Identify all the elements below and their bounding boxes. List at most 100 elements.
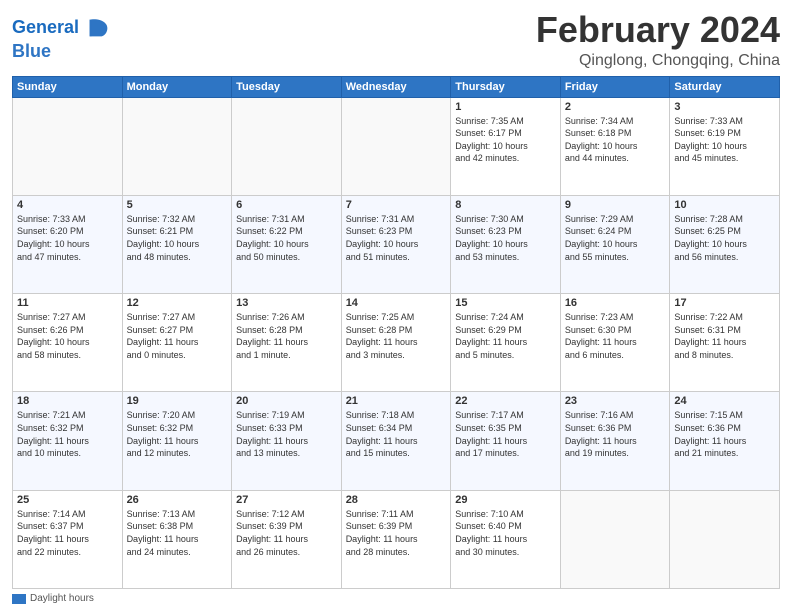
calendar-cell: 18Sunrise: 7:21 AM Sunset: 6:32 PM Dayli… bbox=[13, 392, 123, 490]
day-info: Sunrise: 7:16 AM Sunset: 6:36 PM Dayligh… bbox=[565, 409, 666, 459]
day-number: 16 bbox=[565, 297, 666, 309]
calendar-cell: 3 Sunrise: 7:33 AM Sunset: 6:19 PM Daylig… bbox=[670, 97, 780, 195]
calendar-cell bbox=[232, 97, 342, 195]
day-info: Sunrise: 7:26 AM Sunset: 6:28 PM Dayligh… bbox=[236, 311, 337, 361]
day-info: Sunrise: 7:33 AM Sunset: 6:19 PM Dayligh… bbox=[674, 115, 775, 165]
calendar-table: SundayMondayTuesdayWednesdayThursdayFrid… bbox=[12, 76, 780, 589]
day-info: Sunrise: 7:24 AM Sunset: 6:29 PM Dayligh… bbox=[455, 311, 556, 361]
weekday-header-friday: Friday bbox=[560, 76, 670, 97]
day-number: 4 bbox=[17, 199, 118, 211]
day-info: Sunrise: 7:31 AM Sunset: 6:22 PM Dayligh… bbox=[236, 213, 337, 263]
calendar-cell bbox=[670, 490, 780, 588]
day-number: 12 bbox=[127, 297, 228, 309]
calendar-cell: 4 Sunrise: 7:33 AM Sunset: 6:20 PM Daylig… bbox=[13, 195, 123, 293]
day-info: Sunrise: 7:27 AM Sunset: 6:27 PM Dayligh… bbox=[127, 311, 228, 361]
day-number: 28 bbox=[346, 494, 447, 506]
day-info: Sunrise: 7:31 AM Sunset: 6:23 PM Dayligh… bbox=[346, 213, 447, 263]
day-info: Sunrise: 7:28 AM Sunset: 6:25 PM Dayligh… bbox=[674, 213, 775, 263]
day-number: 6 bbox=[236, 199, 337, 211]
day-number: 29 bbox=[455, 494, 556, 506]
day-number: 19 bbox=[127, 395, 228, 407]
logo-icon bbox=[83, 14, 111, 42]
calendar-cell: 16 Sunrise: 7:23 AM Sunset: 6:30 PM Dayli… bbox=[560, 294, 670, 392]
calendar-cell: 28 Sunrise: 7:11 AM Sunset: 6:39 PM Dayli… bbox=[341, 490, 451, 588]
calendar-cell: 27Sunrise: 7:12 AM Sunset: 6:39 PM Dayli… bbox=[232, 490, 342, 588]
calendar-cell: 17 Sunrise: 7:22 AM Sunset: 6:31 PM Dayli… bbox=[670, 294, 780, 392]
logo-text: General bbox=[12, 18, 79, 38]
day-info: Sunrise: 7:18 AM Sunset: 6:34 PM Dayligh… bbox=[346, 409, 447, 459]
calendar-cell: 8Sunrise: 7:30 AM Sunset: 6:23 PM Daylig… bbox=[451, 195, 561, 293]
day-info: Sunrise: 7:34 AM Sunset: 6:18 PM Dayligh… bbox=[565, 115, 666, 165]
week-row-1: 1 Sunrise: 7:35 AM Sunset: 6:17 PM Daylig… bbox=[13, 97, 780, 195]
calendar-cell: 6 Sunrise: 7:31 AM Sunset: 6:22 PM Daylig… bbox=[232, 195, 342, 293]
title-section: February 2024 Qinglong, Chongqing, China bbox=[536, 10, 780, 70]
day-info: Sunrise: 7:32 AM Sunset: 6:21 PM Dayligh… bbox=[127, 213, 228, 263]
week-row-5: 25Sunrise: 7:14 AM Sunset: 6:37 PM Dayli… bbox=[13, 490, 780, 588]
calendar-cell: 14 Sunrise: 7:25 AM Sunset: 6:28 PM Dayli… bbox=[341, 294, 451, 392]
weekday-header-thursday: Thursday bbox=[451, 76, 561, 97]
week-row-4: 18Sunrise: 7:21 AM Sunset: 6:32 PM Dayli… bbox=[13, 392, 780, 490]
day-number: 10 bbox=[674, 199, 775, 211]
day-number: 14 bbox=[346, 297, 447, 309]
calendar-cell: 26 Sunrise: 7:13 AM Sunset: 6:38 PM Dayli… bbox=[122, 490, 232, 588]
day-number: 9 bbox=[565, 199, 666, 211]
legend-label: Daylight hours bbox=[30, 593, 94, 604]
day-number: 3 bbox=[674, 101, 775, 113]
weekday-header-wednesday: Wednesday bbox=[341, 76, 451, 97]
day-number: 5 bbox=[127, 199, 228, 211]
day-info: Sunrise: 7:27 AM Sunset: 6:26 PM Dayligh… bbox=[17, 311, 118, 361]
calendar-cell: 10 Sunrise: 7:28 AM Sunset: 6:25 PM Dayli… bbox=[670, 195, 780, 293]
day-info: Sunrise: 7:29 AM Sunset: 6:24 PM Dayligh… bbox=[565, 213, 666, 263]
legend-row: Daylight hours bbox=[12, 593, 780, 604]
day-info: Sunrise: 7:33 AM Sunset: 6:20 PM Dayligh… bbox=[17, 213, 118, 263]
day-number: 17 bbox=[674, 297, 775, 309]
day-number: 23 bbox=[565, 395, 666, 407]
weekday-header-tuesday: Tuesday bbox=[232, 76, 342, 97]
calendar-cell: 25Sunrise: 7:14 AM Sunset: 6:37 PM Dayli… bbox=[13, 490, 123, 588]
day-info: Sunrise: 7:15 AM Sunset: 6:36 PM Dayligh… bbox=[674, 409, 775, 459]
calendar-cell: 19 Sunrise: 7:20 AM Sunset: 6:32 PM Dayli… bbox=[122, 392, 232, 490]
calendar-cell: 21 Sunrise: 7:18 AM Sunset: 6:34 PM Dayli… bbox=[341, 392, 451, 490]
week-row-3: 11 Sunrise: 7:27 AM Sunset: 6:26 PM Dayli… bbox=[13, 294, 780, 392]
day-number: 7 bbox=[346, 199, 447, 211]
calendar-container: General Blue February 2024 Qinglong, Cho… bbox=[0, 0, 792, 612]
day-number: 18 bbox=[17, 395, 118, 407]
day-info: Sunrise: 7:25 AM Sunset: 6:28 PM Dayligh… bbox=[346, 311, 447, 361]
day-info: Sunrise: 7:19 AM Sunset: 6:33 PM Dayligh… bbox=[236, 409, 337, 459]
logo-blue: Blue bbox=[12, 42, 51, 62]
weekday-header-saturday: Saturday bbox=[670, 76, 780, 97]
day-number: 22 bbox=[455, 395, 556, 407]
calendar-cell: 7 Sunrise: 7:31 AM Sunset: 6:23 PM Daylig… bbox=[341, 195, 451, 293]
day-info: Sunrise: 7:13 AM Sunset: 6:38 PM Dayligh… bbox=[127, 508, 228, 558]
calendar-cell bbox=[122, 97, 232, 195]
day-info: Sunrise: 7:35 AM Sunset: 6:17 PM Dayligh… bbox=[455, 115, 556, 165]
day-number: 2 bbox=[565, 101, 666, 113]
day-info: Sunrise: 7:20 AM Sunset: 6:32 PM Dayligh… bbox=[127, 409, 228, 459]
calendar-cell: 23 Sunrise: 7:16 AM Sunset: 6:36 PM Dayli… bbox=[560, 392, 670, 490]
day-number: 20 bbox=[236, 395, 337, 407]
calendar-cell: 24Sunrise: 7:15 AM Sunset: 6:36 PM Dayli… bbox=[670, 392, 780, 490]
calendar-cell bbox=[341, 97, 451, 195]
calendar-cell: 5 Sunrise: 7:32 AM Sunset: 6:21 PM Daylig… bbox=[122, 195, 232, 293]
week-row-2: 4 Sunrise: 7:33 AM Sunset: 6:20 PM Daylig… bbox=[13, 195, 780, 293]
day-info: Sunrise: 7:17 AM Sunset: 6:35 PM Dayligh… bbox=[455, 409, 556, 459]
month-title: February 2024 bbox=[536, 10, 780, 50]
day-number: 1 bbox=[455, 101, 556, 113]
day-info: Sunrise: 7:22 AM Sunset: 6:31 PM Dayligh… bbox=[674, 311, 775, 361]
calendar-cell bbox=[560, 490, 670, 588]
calendar-cell: 20 Sunrise: 7:19 AM Sunset: 6:33 PM Dayli… bbox=[232, 392, 342, 490]
day-number: 21 bbox=[346, 395, 447, 407]
day-info: Sunrise: 7:11 AM Sunset: 6:39 PM Dayligh… bbox=[346, 508, 447, 558]
day-number: 11 bbox=[17, 297, 118, 309]
day-number: 25 bbox=[17, 494, 118, 506]
day-number: 26 bbox=[127, 494, 228, 506]
day-number: 8 bbox=[455, 199, 556, 211]
calendar-cell: 2 Sunrise: 7:34 AM Sunset: 6:18 PM Daylig… bbox=[560, 97, 670, 195]
day-info: Sunrise: 7:12 AM Sunset: 6:39 PM Dayligh… bbox=[236, 508, 337, 558]
day-info: Sunrise: 7:23 AM Sunset: 6:30 PM Dayligh… bbox=[565, 311, 666, 361]
calendar-cell: 9 Sunrise: 7:29 AM Sunset: 6:24 PM Daylig… bbox=[560, 195, 670, 293]
calendar-cell: 1 Sunrise: 7:35 AM Sunset: 6:17 PM Daylig… bbox=[451, 97, 561, 195]
day-info: Sunrise: 7:10 AM Sunset: 6:40 PM Dayligh… bbox=[455, 508, 556, 558]
day-number: 13 bbox=[236, 297, 337, 309]
weekday-header-row: SundayMondayTuesdayWednesdayThursdayFrid… bbox=[13, 76, 780, 97]
